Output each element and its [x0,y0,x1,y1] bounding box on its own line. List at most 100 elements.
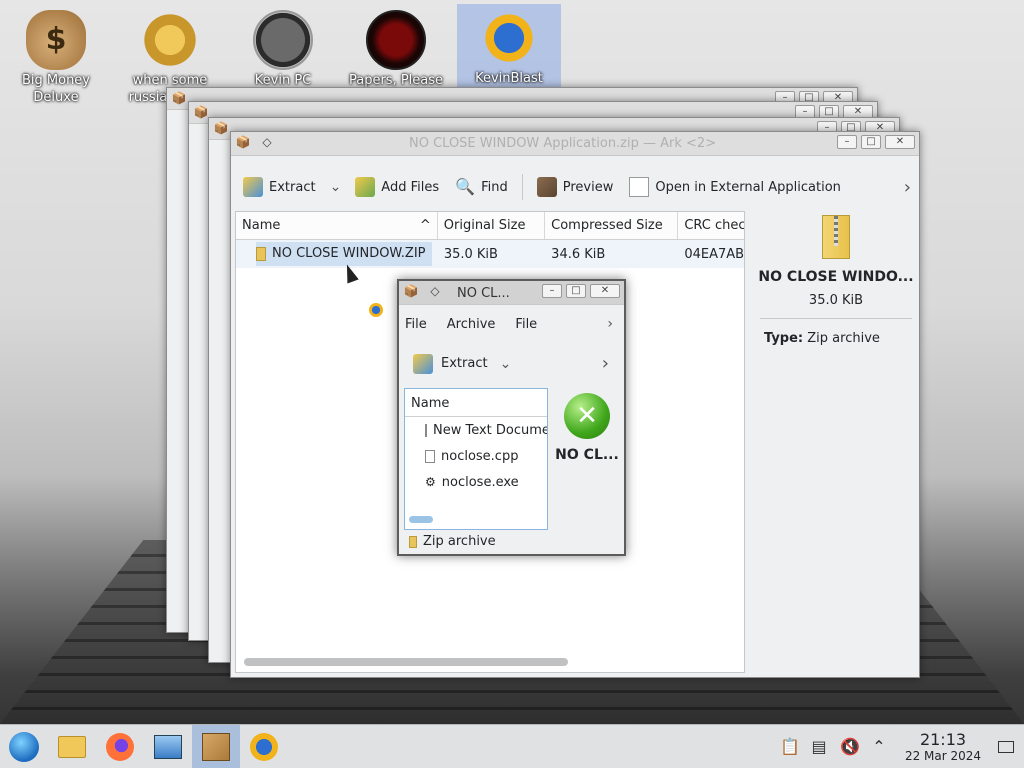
taskbar-firefox[interactable] [96,725,144,768]
column-header-crc[interactable]: CRC check [678,212,744,239]
money-bag-icon: $ [26,10,86,70]
status-bar: Zip archive [409,534,496,549]
minimize-button[interactable]: – [542,284,562,298]
speedometer-icon [253,10,313,70]
row-name-cell[interactable]: NO CLOSE WINDOW.ZIP [256,242,432,266]
row-compressed-size: 34.6 KiB [551,246,606,262]
tools-icon: ✕ [564,393,610,439]
small-file-list[interactable]: Name New Text Document noclose.cpp ⚙ noc… [404,388,548,530]
ark-icon: 📦 [403,284,419,298]
small-info-panel: ✕ NO CL... [552,393,622,463]
chevron-down-icon[interactable]: ⌄ [326,179,346,195]
maximize-button[interactable]: □ [566,284,586,298]
column-header-row: Name ^ Original Size Compressed Size CRC… [236,212,744,240]
info-file-name: NO CL... [555,447,619,463]
menu-archive[interactable]: Archive [447,317,496,332]
ark-icon: 📦 [235,135,251,149]
extract-button[interactable]: Extract [237,173,322,201]
add-files-label: Add Files [381,179,440,195]
menu-file-2[interactable]: File [515,317,537,332]
table-row[interactable]: NO CLOSE WINDOW.ZIP 35.0 KiB 34.6 KiB 04… [236,240,744,268]
taskbar-ark[interactable] [192,724,240,768]
list-item[interactable]: ⚙ noclose.exe [405,469,547,495]
clock-time: 21:13 [919,730,967,749]
ark-icon: 📦 [171,91,187,105]
preview-button[interactable]: Preview [531,173,620,201]
taskbar-system-settings[interactable] [144,725,192,768]
show-desktop-icon[interactable] [998,741,1014,753]
firefox-icon [106,732,134,761]
add-files-button[interactable]: Add Files [349,173,445,201]
column-header-name[interactable]: Name [405,389,547,417]
taskbar: 📋 ▤ 🔇 ⌃ 21:13 22 Mar 2024 [0,724,1024,768]
row-crc: 04EA7AB5 [684,246,744,262]
row-original-size: 35.0 KiB [443,246,498,262]
clipboard-icon[interactable]: 📋 [780,738,800,756]
keep-above-icon[interactable]: ◇ [259,135,275,149]
chevron-down-icon[interactable]: ⌄ [496,356,516,372]
folder-icon [58,735,86,758]
minimize-button[interactable]: – [837,135,857,149]
cpp-file-icon [425,449,435,463]
open-external-button[interactable]: Open in External Application [623,173,847,201]
toolbar-separator [521,174,523,200]
extract-label: Extract [269,179,316,195]
clock-date: 22 Mar 2024 [904,749,982,763]
ark-package-icon [202,732,230,761]
desktop-icon-kevin-pc[interactable]: Kevin PC [231,6,335,89]
column-header-original-size[interactable]: Original Size [438,212,546,239]
chevron-right-icon[interactable]: › [603,316,617,332]
menu-bar: File Archive File › [405,316,619,332]
horizontal-scrollbar[interactable] [244,658,568,666]
info-type: Type: Zip archive [756,331,916,346]
horizontal-scrollbar[interactable] [409,516,433,523]
system-tray: 📋 ▤ 🔇 ⌃ 21:13 22 Mar 2024 [780,725,1024,768]
document-icon [629,177,650,197]
taskbar-file-manager[interactable] [48,725,96,768]
info-file-name: NO CLOSE WINDO... [758,269,914,285]
window-titlebar[interactable]: 📦 ◇ NO CL... – □ ✕ [399,281,624,305]
gear-icon [140,10,200,70]
noclose-window[interactable]: 📦 ◇ NO CL... – □ ✕ File Archive File › Ext… [397,279,626,556]
monitor-icon [154,734,182,759]
text-file-icon [425,423,427,437]
ark-icon: 📦 [213,121,229,135]
list-item[interactable]: noclose.cpp [405,443,547,469]
window-titlebar[interactable]: 📦 ◇ NO CLOSE WINDOW Application.zip — Ar… [231,132,919,156]
info-panel: NO CLOSE WINDO... 35.0 KiB Type: Zip arc… [756,211,916,346]
zip-archive-icon [822,215,850,259]
gears-icon: ⚙ [425,475,436,489]
column-header-name[interactable]: Name ^ [236,212,438,239]
info-type-value: Zip archive [807,331,880,346]
list-item[interactable]: New Text Document [405,417,547,443]
desktop-icon-kevinblast[interactable]: KevinBlast [457,4,561,98]
volume-muted-icon[interactable]: 🔇 [840,738,860,756]
window-title: NO CL... [457,286,510,301]
extract-icon [413,353,433,374]
chevron-up-icon[interactable]: ⌃ [870,738,888,756]
keep-above-icon[interactable]: ◇ [427,284,443,298]
column-header-compressed-size[interactable]: Compressed Size [545,212,679,239]
desktop-icon-papers-please[interactable]: Papers, Please [344,6,448,89]
clock[interactable]: 21:13 22 Mar 2024 [900,730,986,764]
desktop-icon-label: KevinBlast [475,71,543,86]
add-files-icon [355,177,376,197]
zip-file-icon [409,535,417,548]
close-button[interactable]: ✕ [885,135,915,149]
chevron-right-icon[interactable]: › [900,177,915,198]
close-button[interactable]: ✕ [590,284,620,298]
find-button[interactable]: 🔍 Find [449,173,514,201]
chevron-right-icon[interactable]: › [598,353,613,374]
extract-button[interactable]: Extract [441,356,488,371]
main-toolbar: Extract ⌄ Add Files 🔍 Find Preview Open … [237,168,915,206]
desktop-icon-big-money-deluxe[interactable]: $ Big Money Deluxe [4,6,108,106]
kevinblast-icon [479,8,539,68]
notes-icon[interactable]: ▤ [810,738,828,756]
maximize-button[interactable]: □ [861,135,881,149]
sort-up-icon: ^ [419,218,431,233]
extract-icon [243,177,263,197]
menu-file[interactable]: File [405,317,427,332]
small-toolbar: Extract ⌄ › [413,353,613,374]
start-menu-button[interactable] [0,725,48,768]
taskbar-kevinblast[interactable] [240,725,288,768]
